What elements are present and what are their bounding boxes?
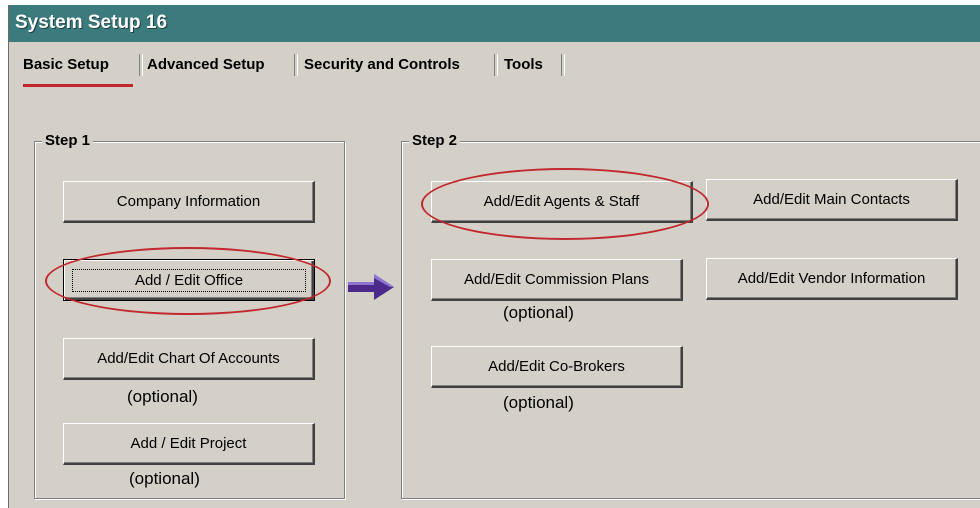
tab-tools[interactable]: Tools xyxy=(504,52,543,78)
add-edit-chart-of-accounts-label: Add/Edit Chart Of Accounts xyxy=(97,350,280,367)
add-edit-co-brokers-label: Add/Edit Co-Brokers xyxy=(488,358,625,375)
add-edit-main-contacts-label: Add/Edit Main Contacts xyxy=(753,191,910,208)
system-setup-window: System Setup 16 Basic Setup Advanced Set… xyxy=(8,5,980,508)
title-bar: System Setup 16 xyxy=(9,5,980,42)
add-edit-agents-staff-button[interactable]: Add/Edit Agents & Staff xyxy=(431,181,693,223)
tab-separator xyxy=(139,54,143,76)
step-1-label: Step 1 xyxy=(42,132,94,149)
add-edit-co-brokers-button[interactable]: Add/Edit Co-Brokers xyxy=(431,346,683,388)
window-title: System Setup 16 xyxy=(15,12,168,33)
add-edit-vendor-information-label: Add/Edit Vendor Information xyxy=(737,270,926,287)
company-information-button[interactable]: Company Information xyxy=(63,181,315,223)
commission-optional-note: (optional) xyxy=(503,303,574,322)
tab-separator xyxy=(561,54,565,76)
add-edit-office-label: Add / Edit Office xyxy=(71,268,307,292)
add-edit-chart-of-accounts-button[interactable]: Add/Edit Chart Of Accounts xyxy=(63,338,315,380)
tab-advanced-setup[interactable]: Advanced Setup xyxy=(147,52,265,78)
tab-separator xyxy=(494,54,498,76)
chart-optional-note: (optional) xyxy=(127,387,198,406)
project-optional-note: (optional) xyxy=(129,469,200,488)
tab-separator xyxy=(294,54,298,76)
tab-security-and-controls[interactable]: Security and Controls xyxy=(304,52,460,78)
add-edit-project-label: Add / Edit Project xyxy=(130,435,247,452)
add-edit-main-contacts-button[interactable]: Add/Edit Main Contacts xyxy=(706,179,958,221)
company-information-label: Company Information xyxy=(116,193,261,210)
add-edit-vendor-information-button[interactable]: Add/Edit Vendor Information xyxy=(706,258,958,300)
tab-basic-setup[interactable]: Basic Setup xyxy=(23,52,109,78)
add-edit-commission-plans-button[interactable]: Add/Edit Commission Plans xyxy=(431,259,683,301)
step-2-label: Step 2 xyxy=(409,132,461,149)
add-edit-project-button[interactable]: Add / Edit Project xyxy=(63,423,315,465)
add-edit-commission-plans-label: Add/Edit Commission Plans xyxy=(463,271,650,288)
add-edit-agents-staff-label: Add/Edit Agents & Staff xyxy=(483,193,640,210)
right-arrow-icon xyxy=(348,274,394,300)
active-tab-underline xyxy=(23,84,133,87)
tab-strip: Basic Setup Advanced Setup Security and … xyxy=(9,42,980,87)
co-brokers-optional-note: (optional) xyxy=(503,393,574,412)
add-edit-office-button[interactable]: Add / Edit Office xyxy=(63,259,315,301)
